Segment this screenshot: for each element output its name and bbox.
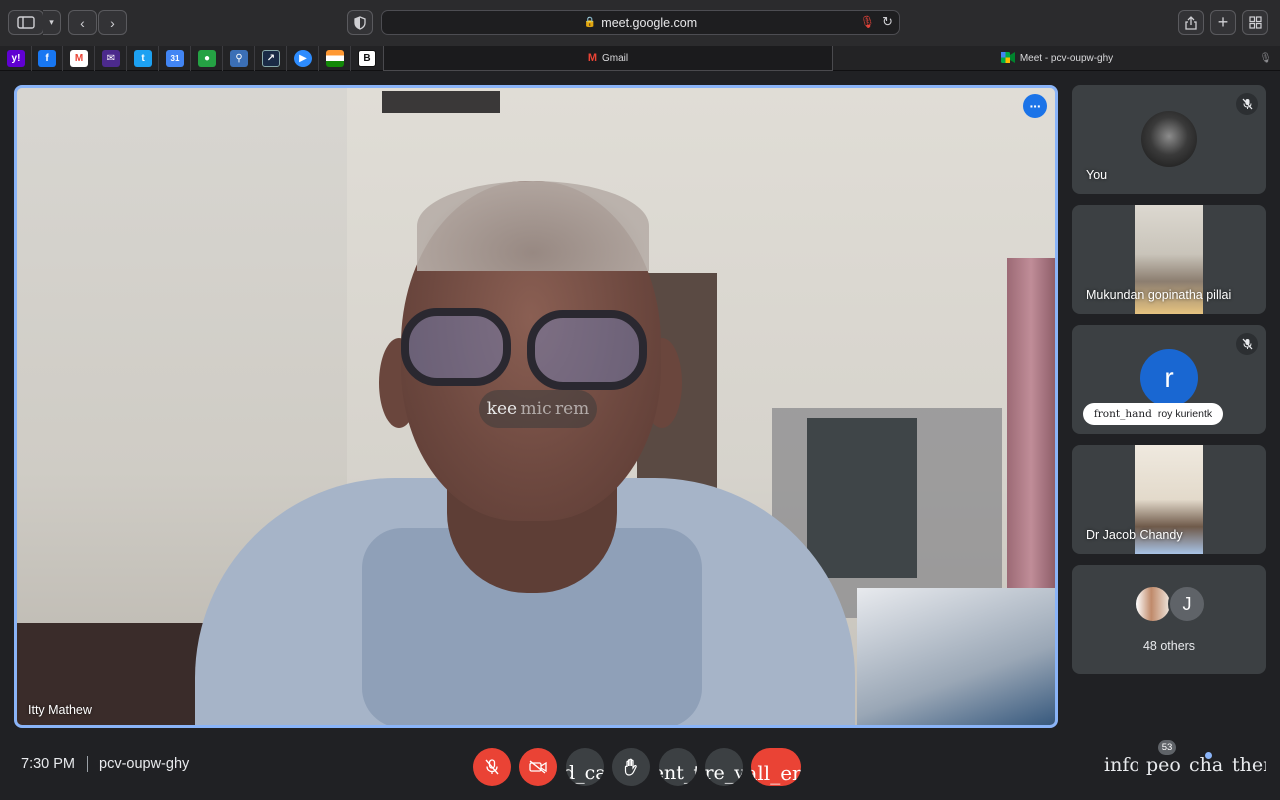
call-end-icon: call_end [751,761,801,785]
plus-icon: + [1217,12,1229,32]
mic-off-icon [485,759,499,775]
mail-icon[interactable]: ✉ [102,50,120,67]
address-bar[interactable]: 🔒 meet.google.com 🎙 ↻ [381,10,900,35]
avatar: J [1168,585,1206,623]
meeting-controls-bar: 7:30 PM pcv-oupw-ghy closed_caption pres… [0,740,1280,800]
present-now-button[interactable]: present_to_all [659,748,697,786]
caption-word: kee [486,399,518,419]
sidebar-menu-button[interactable]: ▾ [43,10,61,35]
participant-tile-mukundan[interactable]: Mukundan gopinatha pillai [1072,205,1266,314]
participant-tile-roy[interactable]: r front_hand roy kurientk [1072,325,1266,434]
b-icon[interactable]: B [358,50,376,67]
raised-hand-chip: front_hand roy kurientk [1083,403,1223,425]
activities-icon: theme [1232,754,1266,776]
more-horiz-icon: ··· [1029,98,1042,114]
meet-icon [1000,51,1015,66]
yahoo-icon[interactable]: y! [7,50,25,67]
tab-gmail[interactable]: M Gmail [383,46,833,71]
grid-icon [1248,16,1262,29]
meeting-code: pcv-oupw-ghy [99,756,190,772]
raise-hand-button[interactable] [612,748,650,786]
chevron-left-icon: ‹ [80,14,85,31]
toggle-camera-button[interactable] [519,748,557,786]
info-icon: info [1104,754,1138,776]
chevron-down-icon: ▾ [49,17,54,27]
people-button[interactable]: people [1146,754,1180,776]
captions-overlay: kee mic rem [479,390,597,428]
activities-button[interactable]: theme [1232,754,1266,776]
tab-overview-button[interactable] [1242,10,1268,35]
participant-name: Mukundan gopinatha pillai [1086,288,1232,302]
clock-time: 7:30 PM [21,756,75,772]
forward-button[interactable]: › [98,10,127,35]
microphone-icon: 🎙 [1259,53,1272,64]
main-speaker-video[interactable]: kee mic rem ··· Itty Mathew [14,85,1058,728]
meeting-details: 7:30 PM pcv-oupw-ghy [21,756,189,772]
calendar-icon[interactable]: 31 [166,50,184,67]
chevron-right-icon: › [110,14,115,31]
new-tab-button[interactable]: + [1210,10,1236,35]
tab-label: Gmail [602,52,629,64]
muted-mic-icon [1236,333,1258,355]
browser-toolbar: ▾ ‹ › 🔒 meet.google.com 🎙 ↻ + [0,0,1280,46]
news-icon[interactable]: ↗ [262,50,280,67]
present-icon: present_to_all [659,762,697,784]
tab-meet[interactable]: Meet - pcv-oupw-ghy 🎙 [834,46,1280,71]
facebook-icon[interactable]: f [38,50,56,67]
tab-label: Meet - pcv-oupw-ghy [1019,53,1114,64]
avatar [1134,585,1172,623]
zoom-icon[interactable]: ▶ [294,50,312,67]
back-button[interactable]: ‹ [68,10,97,35]
toggle-microphone-button[interactable] [473,748,511,786]
more-options-button[interactable]: more_vert [705,748,743,786]
twitter-icon[interactable]: t [134,50,152,67]
participant-name: Dr Jacob Chandy [1086,528,1183,542]
reload-icon[interactable]: ↻ [882,14,893,30]
microphone-recording-icon[interactable]: 🎙 [860,15,875,29]
videocam-off-icon [529,760,547,774]
participant-tile-you[interactable]: You [1072,85,1266,194]
main-speaker-name: Itty Mathew [28,703,92,717]
avatar [1141,111,1197,167]
shield-icon [354,15,366,30]
captions-button[interactable]: closed_caption [566,748,604,786]
participant-name: You [1086,168,1108,182]
avatar: r [1140,349,1198,407]
caption-word: rem [554,399,590,419]
others-count: 48 others [1142,639,1196,653]
leave-call-button[interactable]: call_end [751,748,801,786]
participant-tile-jacob[interactable]: Dr Jacob Chandy [1072,445,1266,554]
india-flag-icon[interactable] [326,50,344,67]
muted-mic-icon [1236,93,1258,115]
caption-word: mic [520,399,552,419]
share-button[interactable] [1178,10,1204,35]
others-tile[interactable]: J 48 others [1072,565,1266,674]
people-count-badge: 53 [1158,740,1176,755]
hand-icon [624,758,637,776]
tile-more-options-button[interactable]: ··· [1023,94,1047,118]
raised-hand-icon: front_hand [1093,408,1152,420]
lock-icon: 🔒 [583,17,597,28]
gmail-icon[interactable]: M [70,50,88,67]
share-icon [1185,15,1197,30]
maps-icon[interactable]: ⚲ [230,50,248,67]
sidebar-icon [17,16,35,29]
whatsapp-icon[interactable]: ● [198,50,216,67]
people-icon: people [1146,754,1180,776]
privacy-shield-button[interactable] [347,10,373,35]
gmail-icon: M [587,52,598,64]
participant-name: roy kurientk [1157,408,1213,420]
sidebar-toggle-button[interactable] [8,10,44,35]
meeting-info-button[interactable]: info [1104,754,1138,776]
closed-caption-icon: closed_caption [566,762,604,784]
more-vert-icon: more_vert [705,762,743,784]
url-text: meet.google.com [601,15,698,30]
chat-notification-dot [1205,752,1212,759]
